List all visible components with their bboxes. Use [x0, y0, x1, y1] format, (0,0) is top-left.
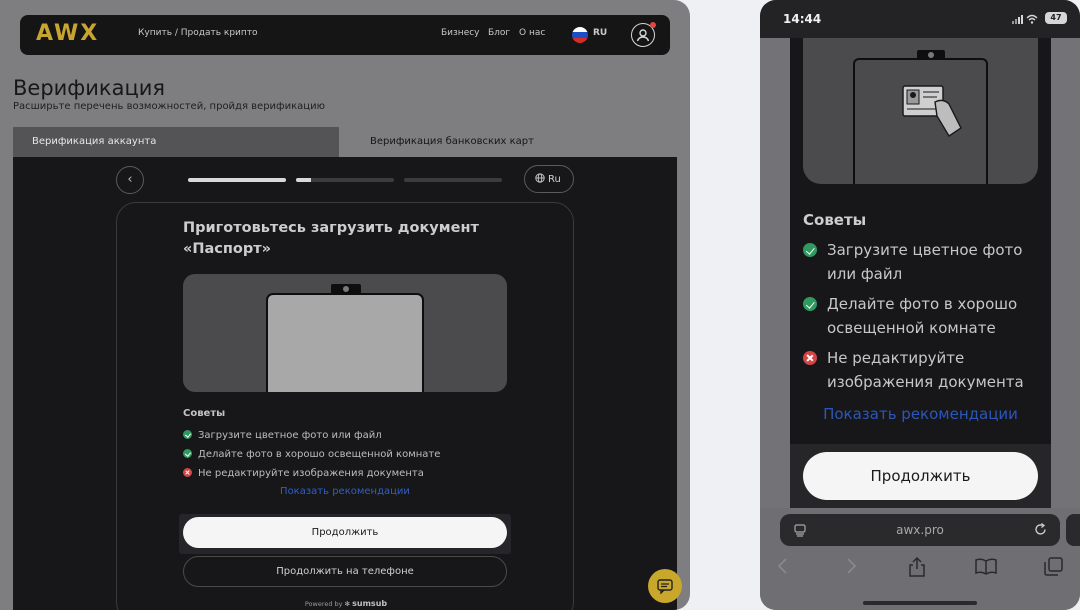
page-title: Верификация	[13, 76, 166, 100]
sdk-language-button[interactable]: Ru	[524, 165, 574, 193]
check-icon	[803, 243, 817, 257]
tip-text: Не редактируйте изображения документа	[198, 468, 424, 479]
powered-by-label: Powered by	[304, 600, 343, 608]
id-card-hand-illustration	[902, 85, 962, 137]
tabs-icon[interactable]	[1044, 557, 1063, 576]
russia-flag-icon[interactable]	[572, 27, 588, 43]
tab-card-verification[interactable]: Верификация банковских карт	[339, 127, 677, 157]
page-subtitle: Расширьте перечень возможностей, пройдя …	[13, 101, 325, 112]
top-navbar: AWX Купить / Продать крипто Бизнесу Блог…	[20, 15, 670, 55]
battery-indicator: 47	[1045, 12, 1067, 24]
mobile-tip-item: Делайте фото в хорошо освещенной комнате	[803, 292, 1043, 340]
tip-text: Загрузите цветное фото или файл	[198, 430, 382, 441]
mobile-tip-text: Загрузите цветное фото или файл	[827, 241, 1023, 283]
mobile-tablet-illustration	[853, 58, 988, 184]
progress-step-3	[404, 178, 502, 182]
reload-icon[interactable]	[1033, 522, 1048, 537]
safari-bottom-bar: awx.pro	[760, 508, 1080, 610]
buy-sell-crypto-link[interactable]: Купить / Продать крипто	[138, 28, 258, 38]
desktop-screenshot: AWX Купить / Продать крипто Бизнесу Блог…	[0, 0, 690, 610]
chat-button[interactable]	[648, 569, 682, 603]
cross-icon	[803, 351, 817, 365]
powered-by-footer[interactable]: Powered by ✻ sumsub	[117, 599, 575, 608]
tablet-illustration	[266, 293, 424, 392]
mobile-show-recommendations-link[interactable]: Показать рекомендации	[790, 405, 1051, 423]
back-arrow-icon: ‹	[127, 172, 133, 187]
continue-on-phone-button[interactable]: Продолжить на телефоне	[183, 556, 507, 587]
mobile-tip-item: Загрузите цветное фото или файл	[803, 238, 1043, 286]
mobile-tips-heading: Советы	[803, 211, 867, 229]
mobile-tip-text: Делайте фото в хорошо освещенной комнате	[827, 295, 1018, 337]
check-icon	[803, 297, 817, 311]
check-icon	[183, 449, 192, 458]
sdk-language-label: Ru	[548, 174, 561, 185]
chat-icon	[657, 579, 673, 594]
back-button[interactable]: ‹	[116, 166, 144, 194]
progress-step-2	[296, 178, 394, 182]
tip-item: Делайте фото в хорошо освещенной комнате	[183, 449, 440, 460]
document-title: Приготовьтесь загрузить документ «Паспор…	[183, 220, 479, 257]
nav-link-about[interactable]: О нас	[519, 28, 545, 38]
mobile-sdk-frame: Советы Загрузите цветное фото или файл Д…	[790, 38, 1051, 508]
mobile-screenshot: 14:44 47 Советы Загрузите цветное фото и…	[760, 0, 1080, 610]
tip-item: Не редактируйте изображения документа	[183, 468, 424, 479]
nav-link-blog[interactable]: Блог	[488, 28, 510, 38]
home-indicator	[863, 601, 977, 605]
back-nav-icon[interactable]	[776, 557, 790, 575]
url-text: awx.pro	[896, 523, 944, 537]
cross-icon	[183, 468, 192, 477]
signal-wifi-icon	[1012, 14, 1038, 24]
forward-nav-icon[interactable]	[844, 557, 858, 575]
sumsub-logo-icon: ✻	[344, 600, 353, 608]
share-icon[interactable]	[908, 557, 926, 577]
notification-dot	[650, 22, 656, 28]
tip-item: Загрузите цветное фото или файл	[183, 430, 382, 441]
mobile-camera-illustration	[917, 50, 945, 60]
camera-illustration	[331, 284, 361, 294]
document-prep-card: Приготовьтесь загрузить документ «Паспор…	[116, 202, 574, 610]
profile-button[interactable]	[631, 22, 656, 47]
bookmarks-icon[interactable]	[975, 557, 997, 575]
status-bar: 14:44 47	[760, 0, 1080, 38]
globe-icon	[535, 173, 545, 183]
show-recommendations-link[interactable]: Показать рекомендации	[183, 486, 507, 497]
mobile-device-illustration	[803, 38, 1038, 184]
profile-icon	[636, 29, 650, 42]
language-selector[interactable]: RU	[593, 28, 607, 38]
tip-text: Делайте фото в хорошо освещенной комнате	[198, 449, 441, 460]
verification-sdk-frame: ‹ Ru Приготовьтесь загрузить документ «П…	[13, 157, 677, 610]
awx-logo[interactable]: AWX	[36, 21, 99, 46]
mobile-tip-text: Не редактируйте изображения документа	[827, 349, 1024, 391]
tab-account-verification[interactable]: Верификация аккаунта	[13, 127, 339, 157]
mobile-continue-button[interactable]: Продолжить	[803, 452, 1038, 500]
continue-button-focus: Продолжить	[179, 514, 511, 554]
status-time: 14:44	[783, 12, 822, 26]
check-icon	[183, 430, 192, 439]
sumsub-brand: sumsub	[352, 599, 388, 608]
address-bar[interactable]: awx.pro	[780, 514, 1060, 546]
nav-link-business[interactable]: Бизнесу	[441, 28, 480, 38]
device-illustration	[183, 274, 507, 392]
continue-button[interactable]: Продолжить	[183, 517, 507, 548]
mobile-continue-area: Продолжить	[790, 444, 1051, 508]
tips-heading: Советы	[183, 408, 226, 419]
progress-step-1	[188, 178, 286, 182]
next-tab-peek[interactable]	[1066, 514, 1080, 546]
mobile-tip-item: Не редактируйте изображения документа	[803, 346, 1043, 394]
